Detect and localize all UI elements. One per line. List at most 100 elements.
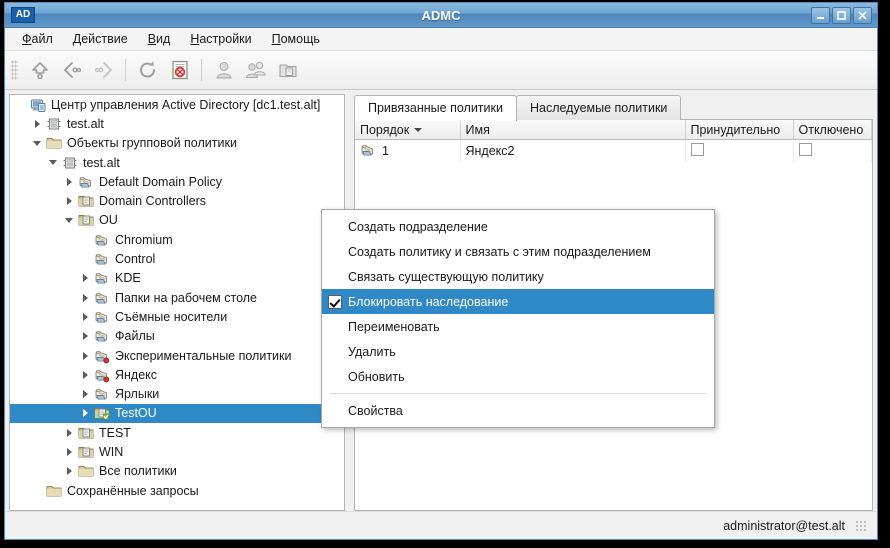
tree-item[interactable]: WIN [10,442,344,461]
tree-item[interactable]: Съёмные носители [10,307,344,326]
toolbar-drag-handle[interactable] [11,60,18,80]
tree-item-label: WIN [99,445,123,459]
context-menu-item-label: Свойства [348,404,403,418]
menu-help[interactable]: Помощь [263,29,329,49]
tree-item[interactable]: Control [10,249,344,268]
tree-item[interactable]: Сохранённые запросы [10,481,344,500]
chevron-right-icon[interactable] [78,404,92,423]
chevron-right-icon[interactable] [78,365,92,384]
context-menu-item[interactable]: Переименовать [322,314,714,339]
tree-item[interactable]: test.alt [10,114,344,133]
maximize-button[interactable] [832,7,851,24]
minimize-button[interactable] [811,7,830,24]
tree-item[interactable]: TestOU [10,404,344,423]
tree-item[interactable]: test.alt [10,153,344,172]
context-menu-item-label: Связать существующую политику [348,270,544,284]
table-row[interactable]: 1Яндекс2 [355,140,872,163]
chevron-right-icon[interactable] [78,327,92,346]
menu-view-rest: ид [156,32,170,46]
title-bar[interactable]: AD ADMC [5,3,877,28]
context-menu-item[interactable]: Обновить [322,364,714,389]
ou-blocked-icon [92,404,112,423]
menu-action[interactable]: Действие [64,29,137,49]
refresh-icon[interactable] [132,55,163,85]
menu-settings[interactable]: Настройки [181,29,260,49]
chevron-down-icon[interactable] [30,134,44,153]
directory-tree-panel[interactable]: Центр управления Active Directory [dc1.t… [9,94,345,511]
chevron-right-icon[interactable] [78,346,92,365]
tab-linked-policies[interactable]: Привязанные политики [354,95,517,121]
folder-icon [44,134,64,153]
tree-item-label: Съёмные носители [115,310,227,324]
context-menu-item[interactable]: Свойства [322,398,714,423]
table-column-label: Отключено [799,123,864,137]
menu-file[interactable]: Файл [13,29,62,49]
new-ou-icon[interactable] [272,55,303,85]
tree-item-label: Яндекс [115,368,157,382]
tree-item[interactable]: Domain Controllers [10,191,344,210]
tree-item-label: Ярлыки [115,387,159,401]
tree-item[interactable]: Экспериментальные политики [10,346,344,365]
tree-item[interactable]: Папки на рабочем столе [10,288,344,307]
tree-item[interactable]: Все политики [10,462,344,481]
context-menu-item-label: Переименовать [348,320,440,334]
chevron-right-icon[interactable] [62,462,76,481]
tree-expander-placeholder [78,250,92,269]
toolbar-separator-2 [201,59,202,81]
navigate-up-icon[interactable] [24,55,55,85]
context-menu-item[interactable]: Блокировать наследование [322,289,714,314]
tree-item[interactable]: Default Domain Policy [10,172,344,191]
disabled-checkbox[interactable] [799,143,812,156]
tree-item[interactable]: TEST [10,423,344,442]
menu-action-rest: ействие [81,32,127,46]
filter-objects-icon[interactable] [164,55,195,85]
chevron-right-icon[interactable] [78,307,92,326]
context-menu-item[interactable]: Связать существующую политику [322,264,714,289]
order-value: 1 [382,144,389,158]
table-column-header[interactable]: Принудительно [685,120,793,140]
chevron-right-icon[interactable] [78,269,92,288]
new-group-icon[interactable] [240,55,271,85]
menu-view[interactable]: Вид [139,29,180,49]
close-button[interactable] [853,7,872,24]
window-controls [811,7,872,24]
table-column-header[interactable]: Имя [460,120,685,140]
chevron-down-icon[interactable] [62,211,76,230]
chevron-right-icon[interactable] [62,423,76,442]
tree-item[interactable]: Яндекс [10,365,344,384]
tree-item[interactable]: Chromium [10,230,344,249]
chevron-right-icon[interactable] [62,442,76,461]
chevron-right-icon[interactable] [62,192,76,211]
chevron-right-icon[interactable] [30,114,44,133]
domain-icon [60,153,80,172]
tree-item[interactable]: Центр управления Active Directory [dc1.t… [10,95,344,114]
gpo-icon [92,230,112,249]
tree-item[interactable]: OU [10,211,344,230]
context-menu[interactable]: Создать подразделениеСоздать политику и … [321,209,715,428]
chevron-right-icon[interactable] [78,385,92,404]
sort-descending-icon [414,128,422,132]
enforced-checkbox[interactable] [691,143,704,156]
tab-inherited-policies[interactable]: Наследуемые политики [516,95,681,120]
chevron-right-icon[interactable] [62,172,76,191]
context-menu-item[interactable]: Создать подразделение [322,214,714,239]
chevron-right-icon[interactable] [78,288,92,307]
menu-settings-rest: астройки [199,32,251,46]
context-menu-item[interactable]: Удалить [322,339,714,364]
chevron-down-icon[interactable] [46,153,60,172]
table-column-header[interactable]: Порядок [355,120,460,140]
context-menu-separator [330,393,706,394]
tree-item[interactable]: Объекты групповой политики [10,134,344,153]
tree-item[interactable]: KDE [10,269,344,288]
navigate-back-icon[interactable] [56,55,87,85]
tree-expander-placeholder [30,481,44,500]
table-column-header[interactable]: Отключено [793,120,872,140]
tree-item[interactable]: Файлы [10,327,344,346]
context-menu-item[interactable]: Создать политику и связать с этим подраз… [322,239,714,264]
resize-grip[interactable] [855,520,867,532]
new-user-icon[interactable] [208,55,239,85]
tree-item-label: Центр управления Active Directory [dc1.t… [51,98,320,112]
tree-item-label: test.alt [67,117,104,131]
navigate-forward-icon[interactable] [88,55,119,85]
tree-item[interactable]: Ярлыки [10,384,344,403]
